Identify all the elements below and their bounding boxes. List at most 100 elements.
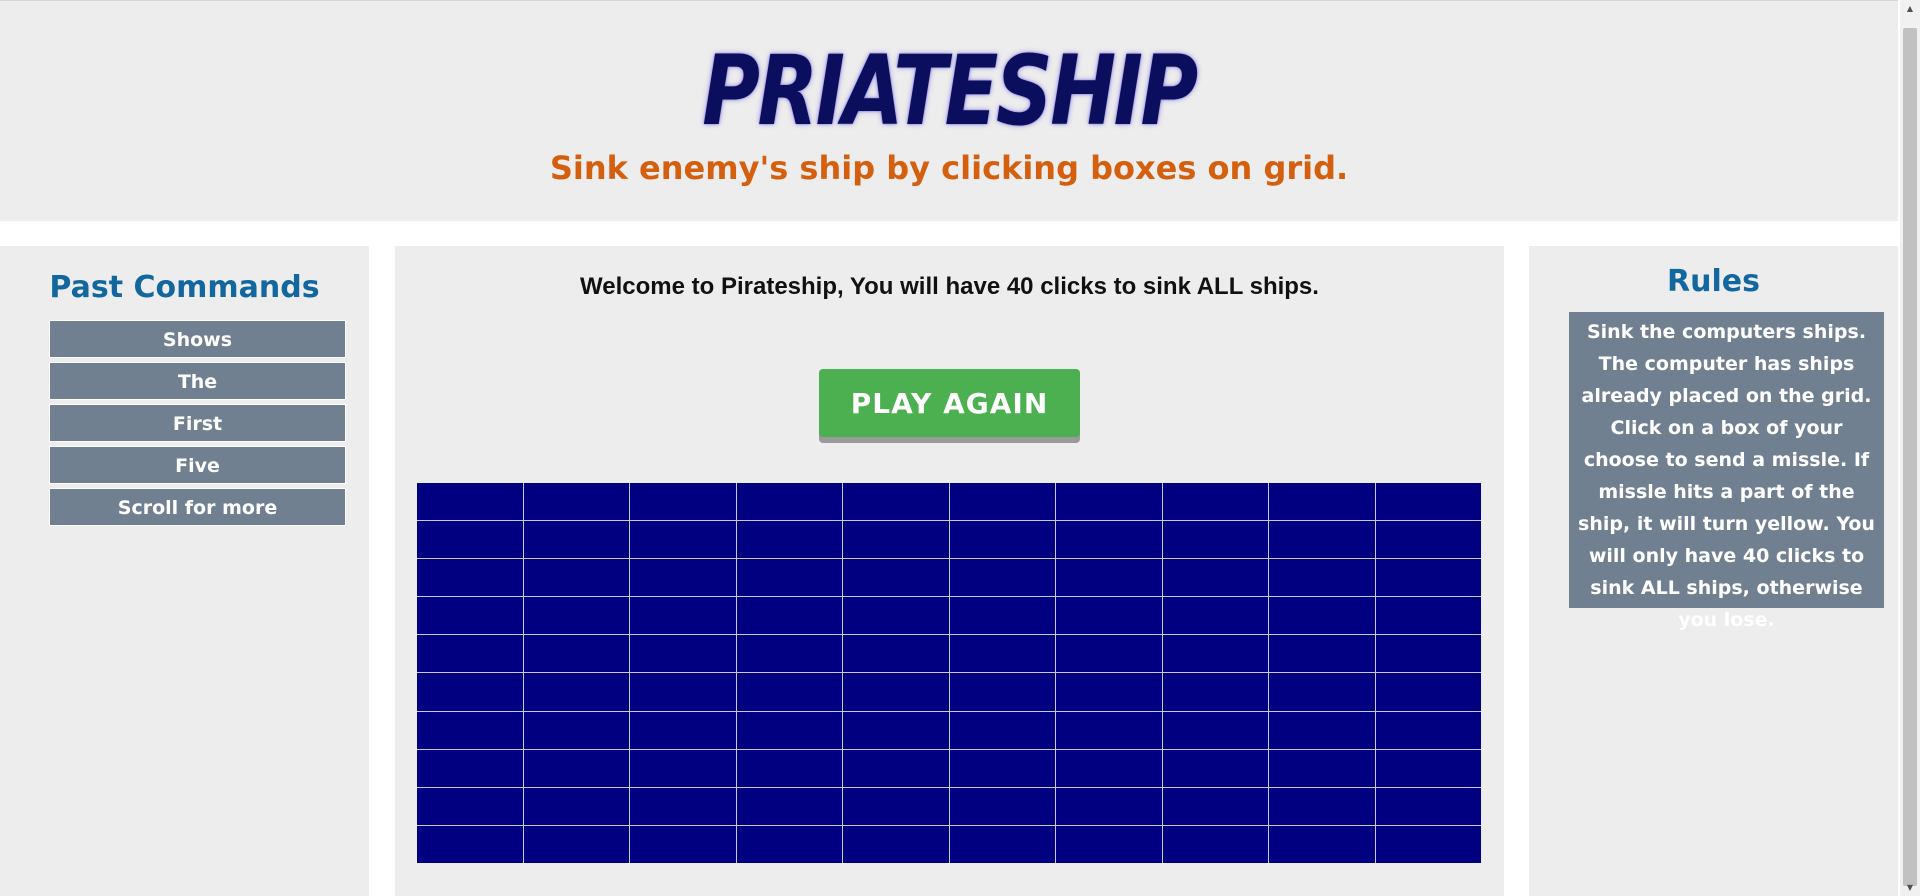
grid-cell[interactable]	[417, 787, 523, 825]
grid-cell[interactable]	[417, 483, 523, 521]
grid-cell[interactable]	[630, 749, 736, 787]
grid-cell[interactable]	[630, 635, 736, 673]
grid-cell[interactable]	[1375, 749, 1481, 787]
grid-cell[interactable]	[1056, 673, 1162, 711]
grid-cell[interactable]	[1269, 749, 1375, 787]
grid-cell[interactable]	[1162, 635, 1268, 673]
grid-cell[interactable]	[949, 521, 1055, 559]
grid-cell[interactable]	[523, 711, 629, 749]
grid-cell[interactable]	[1269, 597, 1375, 635]
grid-cell[interactable]	[1375, 711, 1481, 749]
grid-cell[interactable]	[417, 825, 523, 863]
grid-cell[interactable]	[1269, 483, 1375, 521]
grid-cell[interactable]	[949, 635, 1055, 673]
grid-cell[interactable]	[949, 559, 1055, 597]
grid-cell[interactable]	[1375, 597, 1481, 635]
grid-cell[interactable]	[1269, 825, 1375, 863]
grid-cell[interactable]	[1056, 483, 1162, 521]
grid-cell[interactable]	[949, 673, 1055, 711]
scroll-up-arrow-icon[interactable]: ▲	[1900, 0, 1920, 17]
grid-cell[interactable]	[1162, 711, 1268, 749]
grid-cell[interactable]	[630, 597, 736, 635]
grid-cell[interactable]	[630, 787, 736, 825]
grid-cell[interactable]	[736, 559, 842, 597]
grid-cell[interactable]	[736, 597, 842, 635]
grid-cell[interactable]	[1056, 787, 1162, 825]
grid-cell[interactable]	[630, 825, 736, 863]
grid-cell[interactable]	[630, 483, 736, 521]
grid-cell[interactable]	[843, 483, 949, 521]
grid-cell[interactable]	[843, 749, 949, 787]
grid-cell[interactable]	[843, 787, 949, 825]
grid-cell[interactable]	[843, 521, 949, 559]
grid-cell[interactable]	[1375, 483, 1481, 521]
grid-cell[interactable]	[1162, 559, 1268, 597]
grid-cell[interactable]	[417, 559, 523, 597]
scroll-down-arrow-icon[interactable]: ▼	[1900, 879, 1920, 896]
grid-cell[interactable]	[630, 521, 736, 559]
grid-cell[interactable]	[1056, 559, 1162, 597]
grid-cell[interactable]	[843, 635, 949, 673]
grid-cell[interactable]	[1375, 787, 1481, 825]
grid-cell[interactable]	[736, 825, 842, 863]
grid-cell[interactable]	[949, 597, 1055, 635]
grid-cell[interactable]	[949, 787, 1055, 825]
grid-cell[interactable]	[1162, 483, 1268, 521]
grid-cell[interactable]	[523, 787, 629, 825]
grid-cell[interactable]	[736, 521, 842, 559]
grid-cell[interactable]	[1269, 711, 1375, 749]
grid-cell[interactable]	[523, 597, 629, 635]
grid-cell[interactable]	[1056, 521, 1162, 559]
grid-cell[interactable]	[523, 673, 629, 711]
grid-cell[interactable]	[523, 825, 629, 863]
grid-cell[interactable]	[417, 673, 523, 711]
grid-cell[interactable]	[417, 749, 523, 787]
grid-cell[interactable]	[1162, 521, 1268, 559]
grid-cell[interactable]	[736, 483, 842, 521]
grid-cell[interactable]	[1375, 521, 1481, 559]
grid-cell[interactable]	[949, 749, 1055, 787]
grid-cell[interactable]	[736, 711, 842, 749]
grid-cell[interactable]	[630, 559, 736, 597]
grid-cell[interactable]	[1269, 635, 1375, 673]
scrollbar-thumb[interactable]	[1903, 28, 1917, 886]
grid-cell[interactable]	[949, 825, 1055, 863]
grid-cell[interactable]	[736, 635, 842, 673]
grid-cell[interactable]	[1162, 673, 1268, 711]
grid-cell[interactable]	[523, 559, 629, 597]
grid-cell[interactable]	[1375, 635, 1481, 673]
grid-cell[interactable]	[1162, 749, 1268, 787]
grid-cell[interactable]	[523, 635, 629, 673]
vertical-scrollbar[interactable]: ▲ ▼	[1900, 0, 1920, 896]
grid-cell[interactable]	[843, 673, 949, 711]
grid-cell[interactable]	[736, 749, 842, 787]
grid-cell[interactable]	[417, 597, 523, 635]
grid-cell[interactable]	[630, 711, 736, 749]
grid-cell[interactable]	[1056, 749, 1162, 787]
grid-cell[interactable]	[417, 635, 523, 673]
grid-cell[interactable]	[1056, 635, 1162, 673]
grid-cell[interactable]	[523, 749, 629, 787]
grid-cell[interactable]	[1056, 825, 1162, 863]
grid-cell[interactable]	[843, 825, 949, 863]
play-again-button[interactable]: PLAY AGAIN	[819, 369, 1080, 437]
grid-cell[interactable]	[949, 483, 1055, 521]
grid-cell[interactable]	[1056, 711, 1162, 749]
grid-cell[interactable]	[417, 711, 523, 749]
grid-cell[interactable]	[1375, 673, 1481, 711]
grid-cell[interactable]	[1162, 787, 1268, 825]
grid-cell[interactable]	[843, 597, 949, 635]
grid-cell[interactable]	[1269, 673, 1375, 711]
grid-cell[interactable]	[630, 673, 736, 711]
grid-cell[interactable]	[1375, 825, 1481, 863]
grid-cell[interactable]	[1162, 825, 1268, 863]
grid-cell[interactable]	[417, 521, 523, 559]
grid-cell[interactable]	[1269, 787, 1375, 825]
grid-cell[interactable]	[949, 711, 1055, 749]
grid-cell[interactable]	[1162, 597, 1268, 635]
grid-cell[interactable]	[736, 673, 842, 711]
grid-cell[interactable]	[1056, 597, 1162, 635]
grid-cell[interactable]	[1269, 559, 1375, 597]
grid-cell[interactable]	[1375, 559, 1481, 597]
grid-cell[interactable]	[736, 787, 842, 825]
